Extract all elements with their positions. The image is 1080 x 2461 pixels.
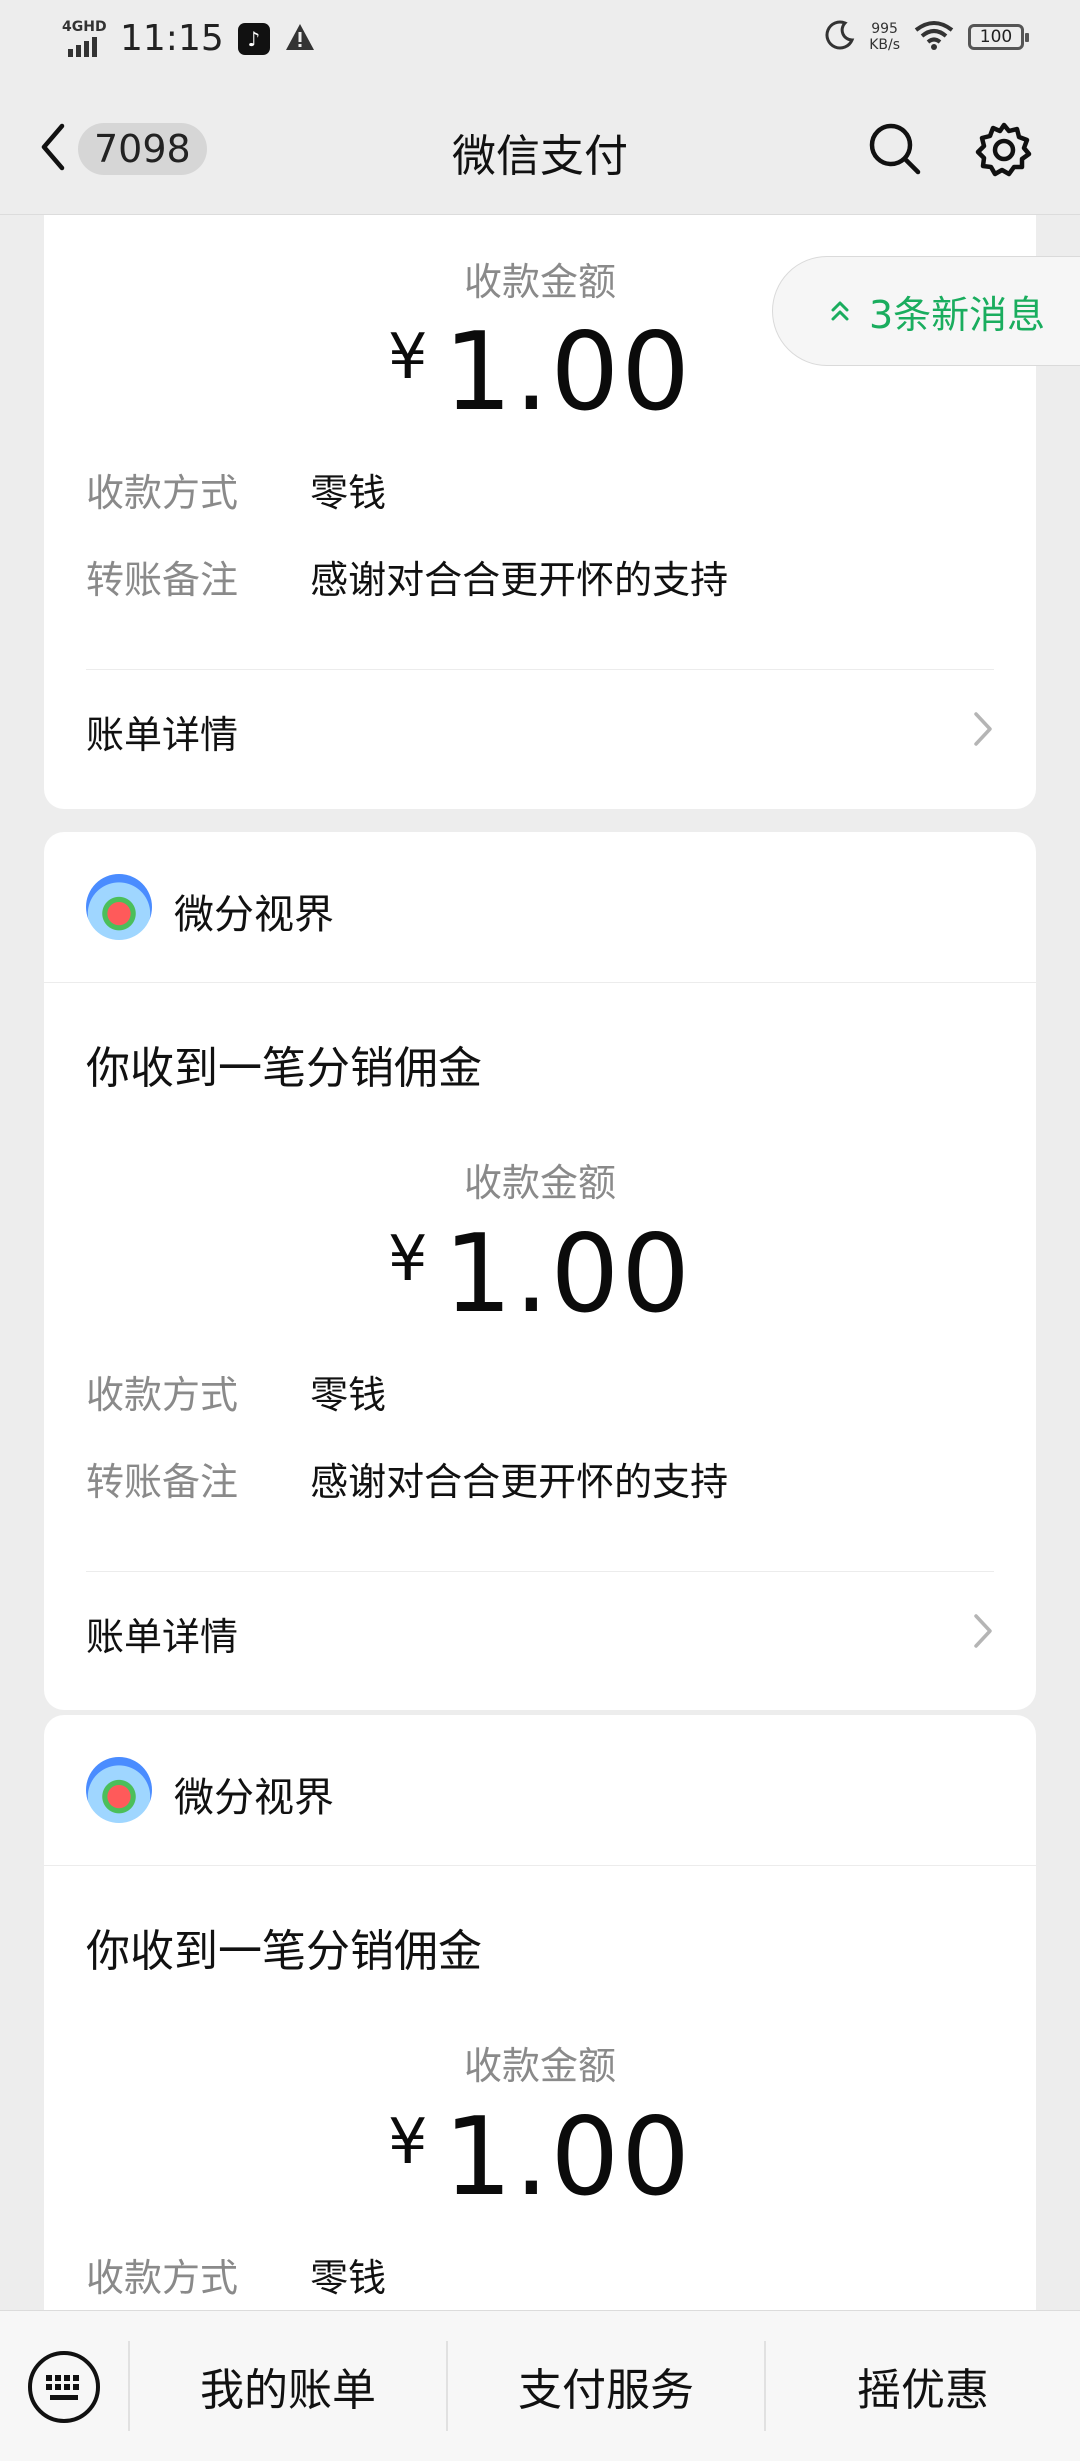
chevron-right-icon xyxy=(972,710,994,752)
payment-method-key: 收款方式 xyxy=(86,2256,239,2300)
signal-bars xyxy=(68,36,97,57)
payment-method-value: 零钱 xyxy=(310,471,387,515)
new-messages-button[interactable]: 3条新消息 xyxy=(772,256,1080,366)
transfer-note-value: 感谢对合合更开怀的支持 xyxy=(310,558,729,602)
card-header[interactable]: 微分视界 xyxy=(44,832,1036,983)
payment-card: 微分视界 你收到一笔分销佣金 收款金额 ¥ 1.00 收款方式 零钱 转账备注 … xyxy=(44,832,1036,1710)
nav-bar: 7098 微信支付 xyxy=(0,84,1080,215)
network-label: 4GHD xyxy=(62,18,107,35)
tiktok-icon: ♪ xyxy=(237,22,270,55)
card-header[interactable]: 微分视界 xyxy=(44,1715,1036,1866)
speed-value: 995 xyxy=(871,21,898,37)
battery-icon: 100 xyxy=(968,24,1029,50)
transfer-note-key: 转账备注 xyxy=(86,558,239,602)
message-title: 你收到一笔分销佣金 xyxy=(86,1926,482,1977)
divider xyxy=(86,1571,994,1572)
divider xyxy=(86,669,994,670)
amount-label: 收款金额 xyxy=(463,1161,616,1205)
currency-symbol: ¥ xyxy=(388,320,430,393)
payment-method-key: 收款方式 xyxy=(86,1373,239,1417)
bill-detail-link[interactable]: 账单详情 xyxy=(86,696,994,766)
payment-method-row: 收款方式 零钱 xyxy=(86,2247,386,2302)
chat-content[interactable]: 收款金额 ¥ 1.00 收款方式 零钱 转账备注 感谢对合合更开怀的支持 账单详… xyxy=(0,215,1080,2310)
amount-number: 1.00 xyxy=(443,310,692,435)
message-title: 你收到一笔分销佣金 xyxy=(86,1043,482,1094)
double-chevron-up-icon xyxy=(829,289,851,333)
payment-method-value: 零钱 xyxy=(310,1373,387,1417)
settings-button[interactable] xyxy=(974,120,1034,184)
menu-payment-services[interactable]: 支付服务 xyxy=(448,2311,764,2461)
chevron-right-icon xyxy=(972,1612,994,1654)
transfer-note-key: 转账备注 xyxy=(86,1460,239,1504)
search-icon xyxy=(866,123,924,182)
bottom-menu-bar: 我的账单 支付服务 摇优惠 xyxy=(0,2310,1080,2461)
currency-symbol: ¥ xyxy=(388,2105,430,2178)
speed-unit: KB/s xyxy=(869,37,900,53)
battery-level: 100 xyxy=(979,27,1013,47)
amount-value: ¥ 1.00 xyxy=(44,2095,1036,2220)
new-messages-label: 3条新消息 xyxy=(869,292,1046,337)
moon-icon xyxy=(825,20,855,54)
bill-detail-link[interactable]: 账单详情 xyxy=(86,1598,994,1668)
avatar xyxy=(86,1757,152,1823)
warning-icon xyxy=(284,22,316,56)
amount-number: 1.00 xyxy=(443,2095,692,2220)
channel-name: 微分视界 xyxy=(174,892,334,938)
channel-name: 微分视界 xyxy=(174,1775,334,1821)
payment-method-row: 收款方式 零钱 xyxy=(86,1364,386,1419)
wifi-icon xyxy=(914,20,954,54)
bill-detail-label: 账单详情 xyxy=(86,1614,239,1659)
menu-shake-deals[interactable]: 摇优惠 xyxy=(766,2311,1080,2461)
keyboard-toggle-button[interactable] xyxy=(26,2349,102,2429)
menu-my-bills[interactable]: 我的账单 xyxy=(130,2311,446,2461)
bill-detail-label: 账单详情 xyxy=(86,712,239,757)
search-button[interactable] xyxy=(866,120,924,182)
status-bar: 4GHD 11:15 ♪ 995 KB/s 100 xyxy=(0,0,1080,84)
payment-method-row: 收款方式 零钱 xyxy=(86,462,386,517)
amount-label: 收款金额 xyxy=(463,2044,616,2088)
network-speed: 995 KB/s xyxy=(869,21,900,53)
transfer-note-row: 转账备注 感谢对合合更开怀的支持 xyxy=(86,1451,728,1506)
amount-number: 1.00 xyxy=(443,1212,692,1337)
keyboard-icon xyxy=(26,2351,102,2429)
transfer-note-value: 感谢对合合更开怀的支持 xyxy=(310,1460,729,1504)
amount-value: ¥ 1.00 xyxy=(44,1212,1036,1337)
status-right: 995 KB/s 100 xyxy=(825,20,1029,54)
signal-icon: 4GHD xyxy=(60,19,110,59)
payment-method-key: 收款方式 xyxy=(86,471,239,515)
payment-method-value: 零钱 xyxy=(310,2256,387,2300)
payment-card: 微分视界 你收到一笔分销佣金 收款金额 ¥ 1.00 收款方式 零钱 xyxy=(44,1715,1036,2310)
gear-icon xyxy=(974,122,1034,184)
status-left: 4GHD 11:15 ♪ xyxy=(60,18,316,59)
status-time: 11:15 xyxy=(120,18,224,59)
currency-symbol: ¥ xyxy=(388,1222,430,1295)
avatar xyxy=(86,874,152,940)
transfer-note-row: 转账备注 感谢对合合更开怀的支持 xyxy=(86,549,728,604)
